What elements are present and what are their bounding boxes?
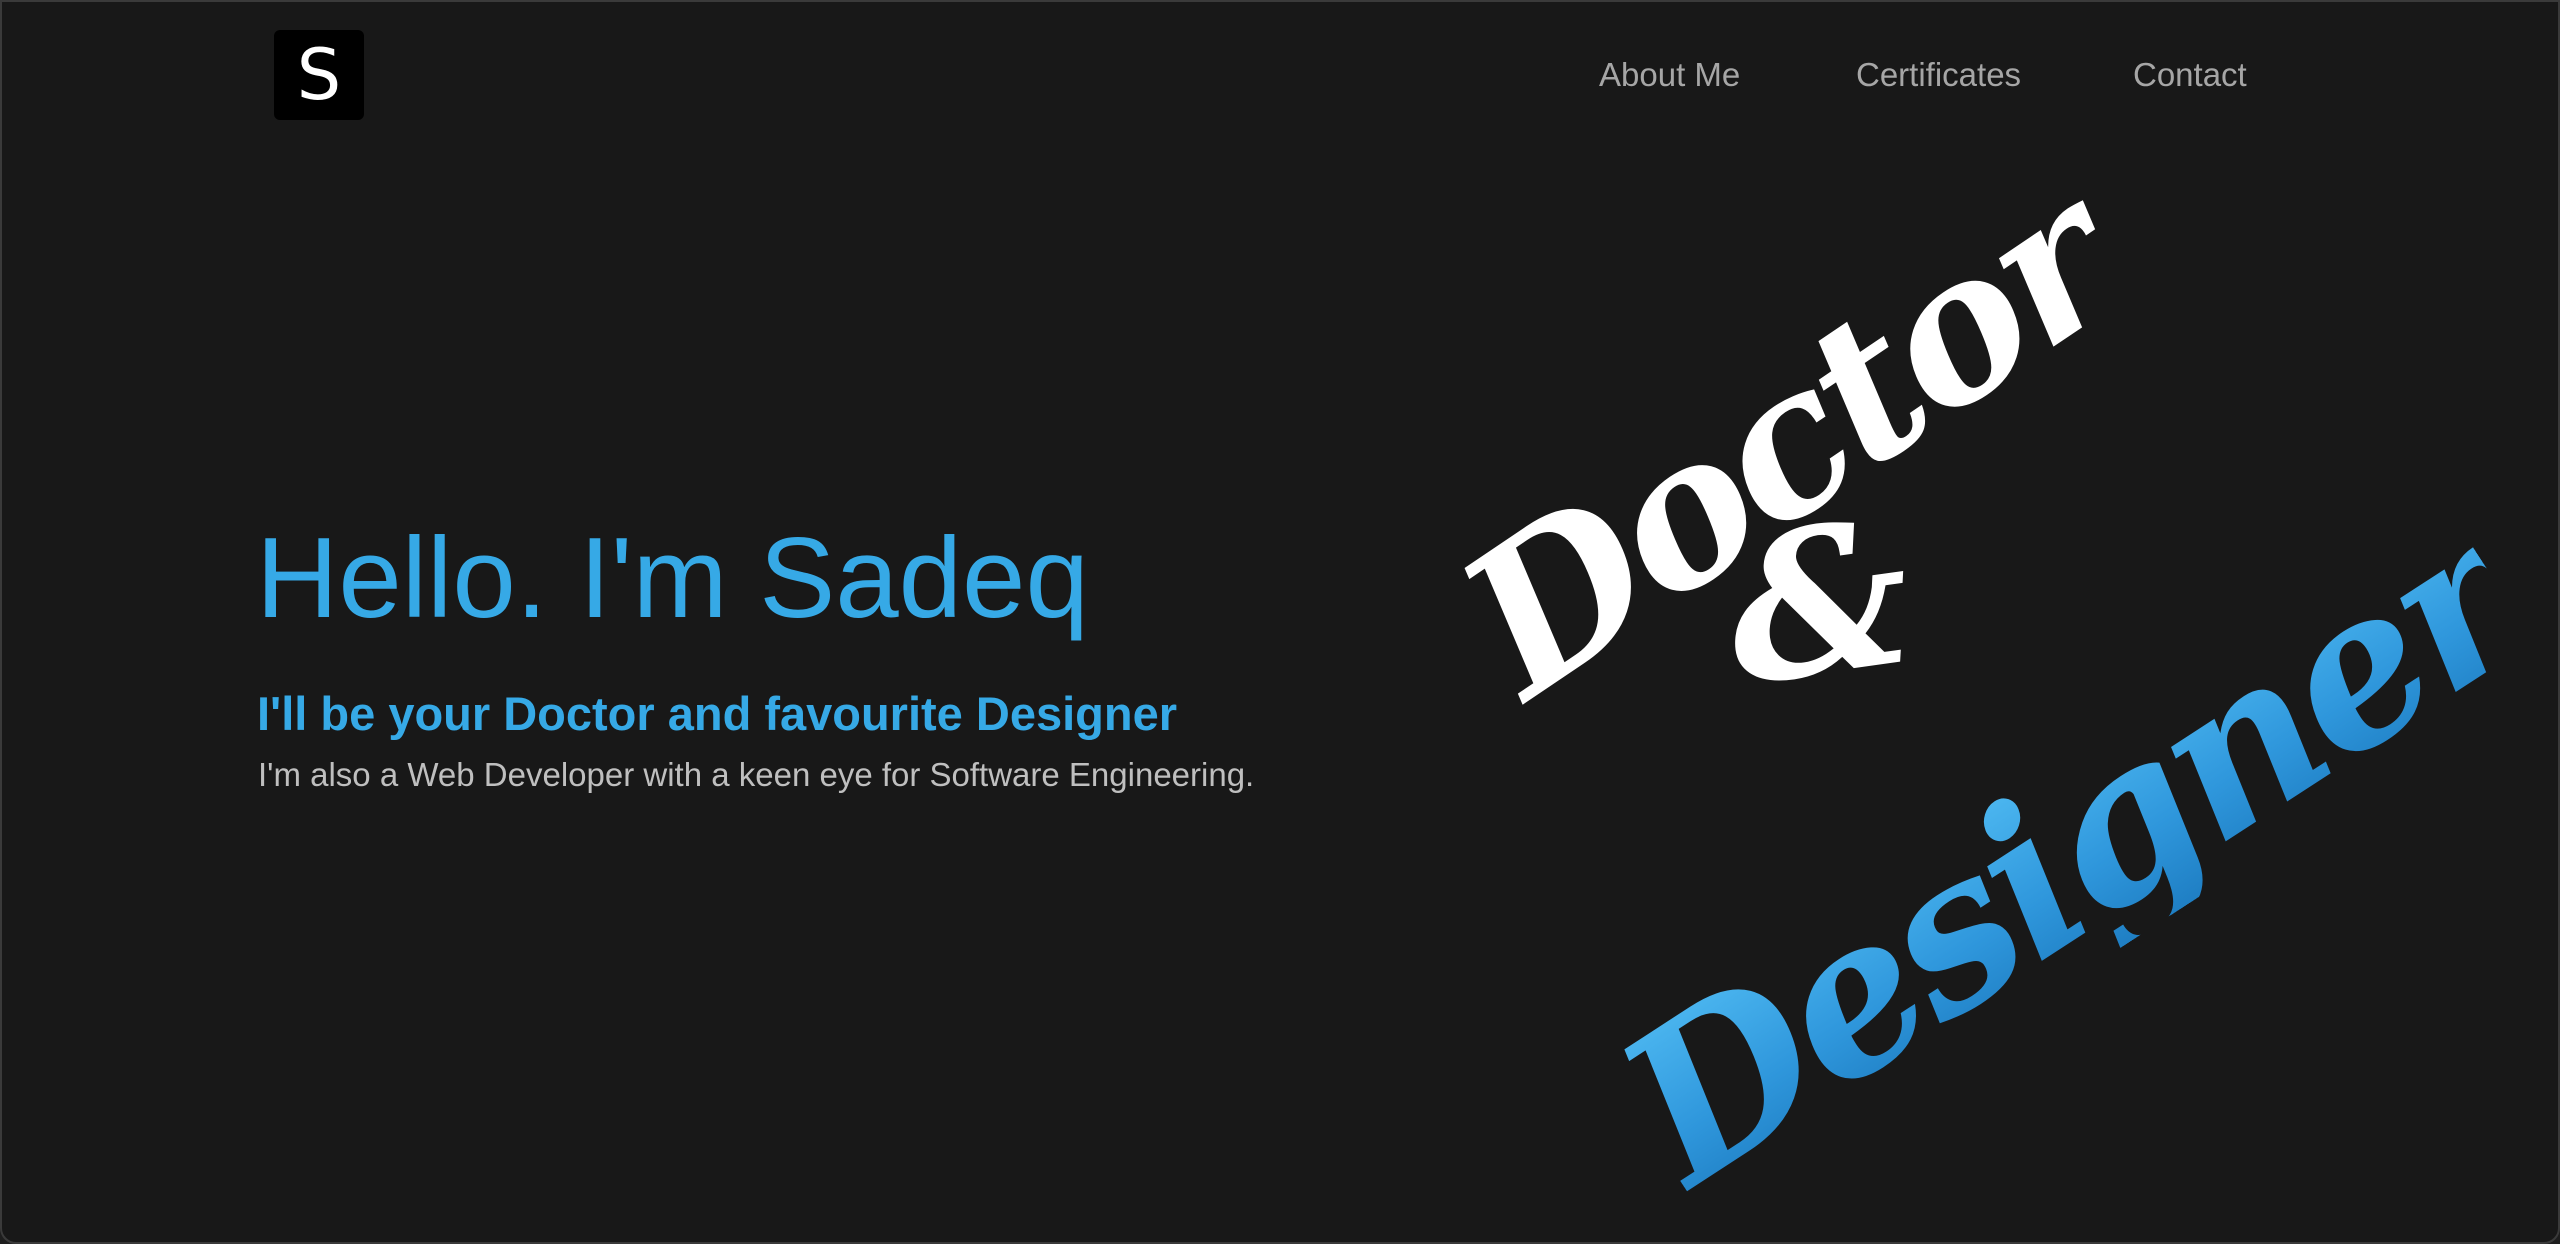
main-nav: About Me Certificates Contact xyxy=(2,52,2558,98)
nav-link-certificates[interactable]: Certificates xyxy=(1856,52,2021,98)
art-ampersand: & xyxy=(1712,473,1925,732)
nav-link-contact[interactable]: Contact xyxy=(2133,52,2247,98)
hero-description: I'm also a Web Developer with a keen eye… xyxy=(258,756,1255,793)
nav-link-about-me[interactable]: About Me xyxy=(1599,52,1740,98)
hero-subtitle: I'll be your Doctor and favourite Design… xyxy=(257,687,1178,740)
hero-title: Hello. I'm Sadeq xyxy=(256,515,1089,642)
page-frame: S About Me Certificates Contact Hello. I… xyxy=(0,0,2560,1244)
